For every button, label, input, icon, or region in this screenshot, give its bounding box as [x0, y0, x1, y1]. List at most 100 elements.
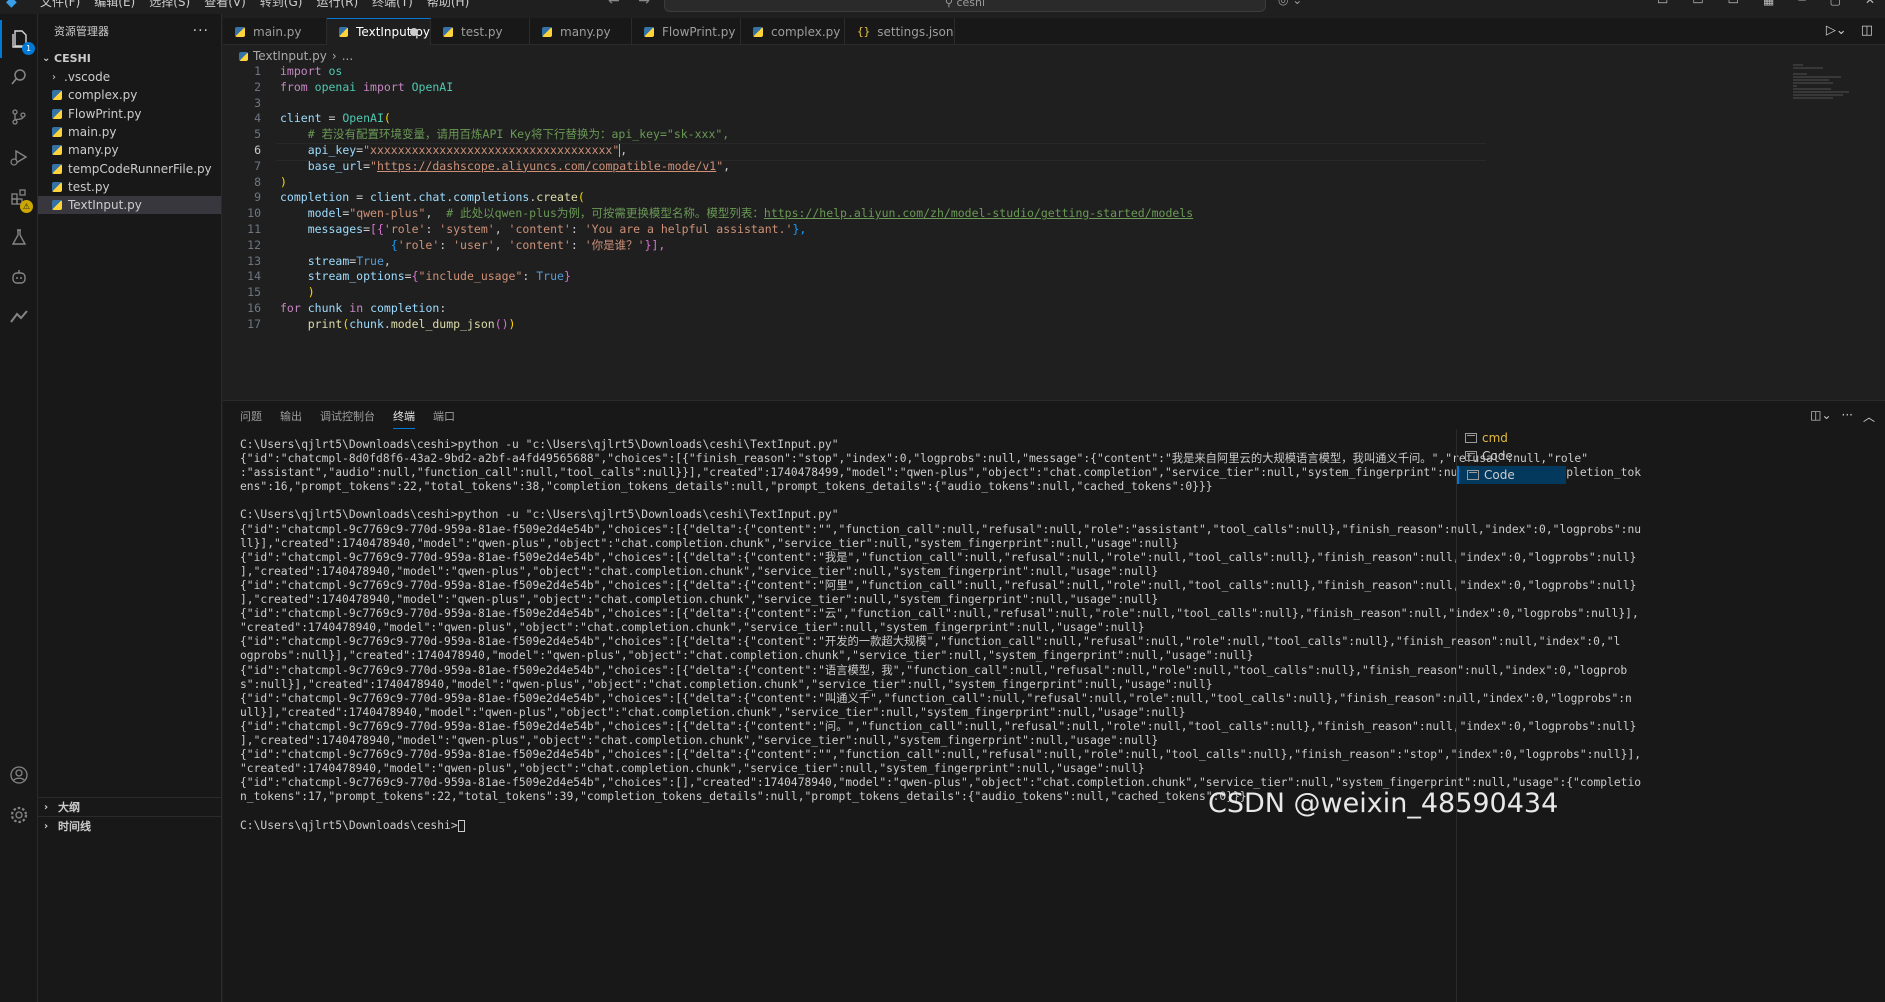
maximize-icon[interactable]: ▢ [1830, 0, 1841, 7]
terminal-item-code-active[interactable]: Code [1457, 465, 1566, 484]
terminal-item-cmd[interactable]: cmd [1457, 429, 1566, 447]
tab-settings-json[interactable]: {} settings.json [845, 18, 955, 45]
workspace-root-label: CESHI [54, 51, 91, 65]
menu-run[interactable]: 运行(R) [316, 0, 358, 10]
terminal-icon [1467, 469, 1479, 480]
testing-flask-icon[interactable] [0, 218, 38, 256]
file-tempcoderunnerfile-py[interactable]: tempCodeRunnerFile.py [38, 159, 221, 177]
bracket: [{ [370, 221, 384, 236]
close-window-icon[interactable]: ✕ [1865, 0, 1875, 7]
tab-complex-py[interactable]: complex.py [741, 18, 845, 45]
string-literal: 'role' [383, 221, 426, 236]
string-literal: '你是谁？' [584, 237, 645, 252]
code-content[interactable]: import os from openai import OpenAI clie… [276, 64, 1486, 333]
terminal-line: C:\Users\qjlrt5\Downloads\ceshi>python -… [240, 508, 839, 522]
extensions-icon[interactable]: ⚠ [0, 178, 38, 216]
python-file-icon [52, 200, 62, 211]
tab-label: settings.json [877, 24, 954, 39]
tab-debug-console[interactable]: 调试控制台 [320, 408, 375, 429]
copilot-chat-icon[interactable] [0, 258, 38, 296]
outline-section[interactable]: › 大纲 [38, 797, 222, 816]
more-actions-icon[interactable]: ··· [1842, 408, 1853, 425]
layout-secondary-icon[interactable]: ▭ [1728, 0, 1739, 7]
terminal-output[interactable]: C:\Users\qjlrt5\Downloads\ceshi>python -… [240, 438, 1664, 833]
terminal-line: ],"created":1740478940,"model":"qwen-plu… [240, 593, 1159, 607]
run-python-file-icon[interactable]: ▷⌄ [1826, 23, 1847, 38]
code-editor[interactable]: 1 2 3 4 5 6 7 8 9 10 11 12 13 14 15 16 1… [223, 64, 1885, 400]
menu-edit[interactable]: 编辑(E) [94, 0, 135, 10]
back-arrow-icon[interactable]: ← [608, 0, 620, 9]
python-file-icon [52, 181, 62, 192]
url-link[interactable]: https://help.aliyun.com/zh/model-studio/… [764, 206, 1193, 220]
file-complex-py[interactable]: complex.py [38, 86, 221, 104]
breadcrumb-symbols[interactable]: ... [342, 49, 353, 63]
layout-panel-icon[interactable]: ▭ [1692, 0, 1703, 7]
constant: True [356, 253, 384, 268]
workspace-root[interactable]: ⌄ CESHI [38, 48, 221, 68]
timeline-section[interactable]: › 时间线 [38, 816, 222, 835]
tab-terminal[interactable]: 终端 [393, 408, 415, 429]
bracket: { [411, 269, 419, 284]
tab-problems[interactable]: 问题 [240, 408, 262, 429]
terminal-item-code[interactable]: Code [1457, 447, 1566, 465]
file-main-py[interactable]: main.py [38, 123, 221, 141]
terminal-line: {"id":"chatcmpl-9c7769c9-770d-959a-81ae-… [240, 719, 1637, 733]
python-file-icon [235, 26, 245, 37]
account-icon[interactable] [0, 756, 38, 794]
customize-layout-icon[interactable]: ▦ [1763, 0, 1774, 7]
command-center-search[interactable]: ⚲ ceshi [664, 0, 1266, 12]
run-debug-icon[interactable] [0, 138, 38, 176]
tab-main-py[interactable]: main.py [223, 18, 327, 45]
tab-test-py[interactable]: test.py [431, 18, 530, 45]
forward-arrow-icon[interactable]: → [638, 0, 650, 9]
constant: True [536, 269, 564, 284]
maximize-panel-icon[interactable]: ︿ [1863, 408, 1875, 425]
file-textinput-py[interactable]: TextInput.py [38, 196, 221, 215]
tab-flowprint-py[interactable]: FlowPrint.py [632, 18, 741, 45]
parameter: stream [307, 253, 350, 268]
file-flowprint-py[interactable]: FlowPrint.py [38, 105, 221, 123]
settings-gear-icon[interactable] [0, 796, 38, 834]
code-line-16: for chunk in completion: [280, 301, 1480, 317]
menu-selection[interactable]: 选择(S) [149, 0, 190, 10]
new-terminal-layout-icon[interactable]: ◫⌄ [1810, 408, 1831, 425]
explorer-icon[interactable]: 1 [0, 20, 38, 58]
menu-view[interactable]: 查看(V) [204, 0, 246, 10]
menu-bar: 文件(F) 编辑(E) 选择(S) 查看(V) 转到(G) 运行(R) 终端(T… [40, 0, 469, 10]
search-icon[interactable] [0, 58, 38, 96]
minimap[interactable] [1793, 64, 1849, 104]
breadcrumb-file[interactable]: TextInput.py [253, 49, 327, 63]
more-actions-icon[interactable]: ··· [193, 23, 209, 39]
panel-actions: ◫⌄ ··· ︿ [1810, 408, 1875, 425]
terminal-item-label: Code [1482, 449, 1513, 464]
unsaved-dot-icon[interactable] [410, 28, 418, 36]
variable: client [280, 111, 322, 126]
copilot-icon[interactable]: ◎ ⌄ [1278, 0, 1302, 7]
menu-go[interactable]: 转到(G) [260, 0, 303, 10]
function-name: create [536, 190, 578, 205]
tab-textinput-py[interactable]: TextInput.py [327, 18, 431, 45]
folder-vscode[interactable]: › .vscode [38, 68, 221, 86]
menu-help[interactable]: 帮助(H) [427, 0, 469, 10]
string-literal: "include_usage" [418, 269, 523, 284]
minimize-icon[interactable]: ─ [1798, 0, 1805, 7]
remote-extension-icon[interactable] [0, 298, 38, 336]
tab-output[interactable]: 输出 [280, 408, 302, 429]
layout-sidebar-icon[interactable]: ▭ [1657, 0, 1668, 7]
url-link[interactable]: https://dashscope.aliyuncs.com/compatibl… [377, 159, 716, 173]
terminal-list: cmd Code Code [1456, 429, 1566, 1002]
split-editor-icon[interactable]: ◫ [1861, 23, 1873, 38]
class-name: OpenAI [411, 79, 454, 94]
class-name: OpenAI [342, 111, 384, 126]
bracket: }, [792, 221, 807, 236]
menu-file[interactable]: 文件(F) [40, 0, 80, 10]
file-test-py[interactable]: test.py [38, 178, 221, 196]
file-many-py[interactable]: many.py [38, 141, 221, 159]
tab-ports[interactable]: 端口 [433, 408, 455, 429]
tab-many-py[interactable]: many.py [530, 18, 632, 45]
explorer-sidebar: 资源管理器 ··· ⌄ CESHI › .vscode complex.py F… [38, 14, 222, 1002]
source-control-icon[interactable] [0, 98, 38, 136]
line-number: 17 [247, 316, 261, 331]
menu-terminal[interactable]: 终端(T) [372, 0, 413, 10]
